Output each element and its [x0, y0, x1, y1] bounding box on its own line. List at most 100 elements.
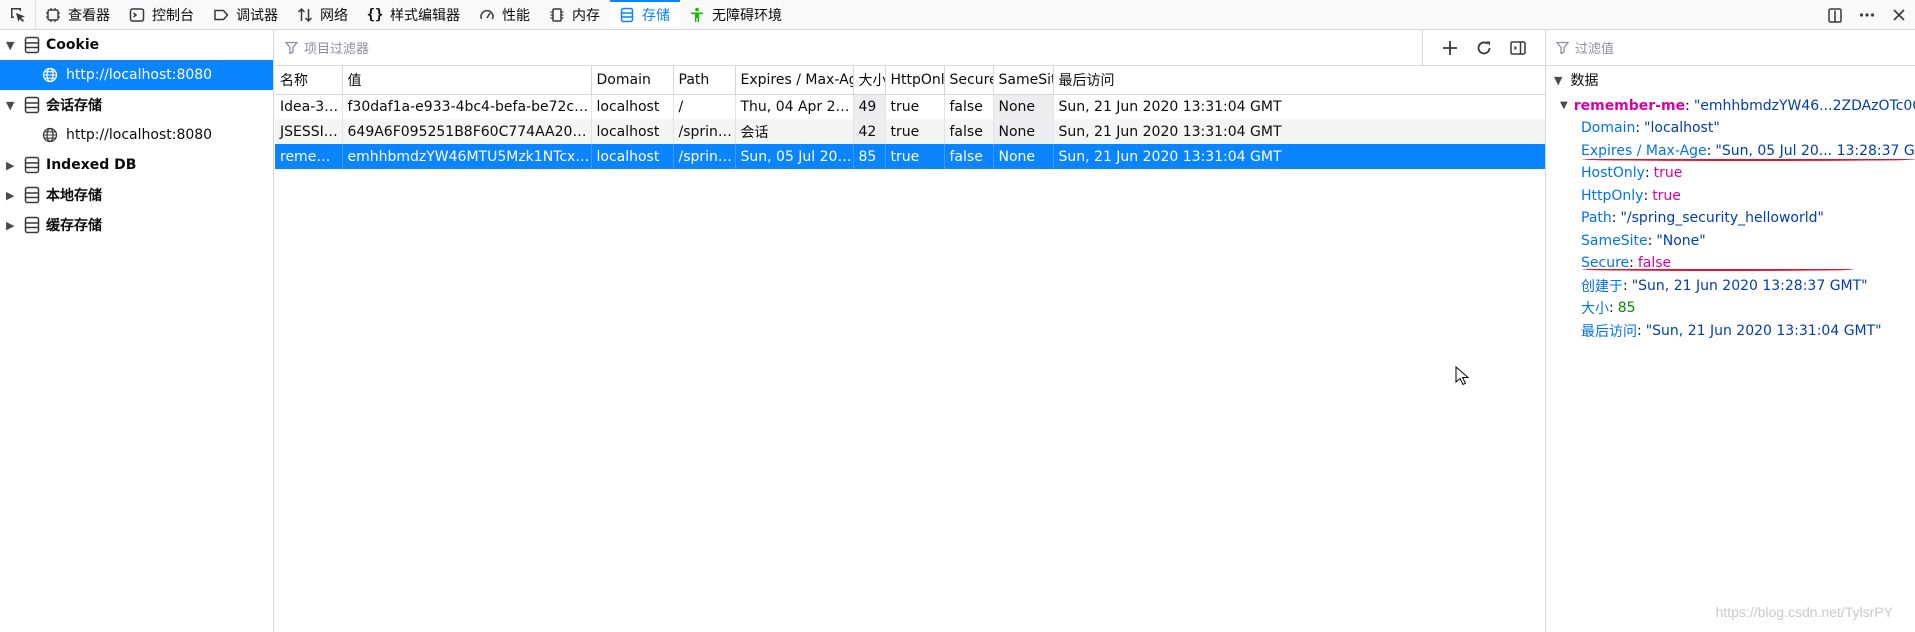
data-section-header[interactable]: ▼ 数据 — [1546, 66, 1915, 94]
prop-row[interactable]: HttpOnly: true — [1546, 185, 1915, 208]
tree-item-session-localhost[interactable]: http://localhost:8080 — [0, 120, 273, 150]
cell-last-accessed[interactable]: Sun, 21 Jun 2020 13:31:04 GMT — [1053, 94, 1546, 119]
column-header[interactable]: 大小 — [853, 66, 886, 95]
cell-path[interactable]: /spring... — [673, 144, 736, 169]
cell-expires[interactable]: Sun, 05 Jul 2020 1... — [735, 144, 854, 169]
tab-storage[interactable]: 存储 — [610, 0, 680, 29]
column-header[interactable]: 最后访问 — [1053, 66, 1546, 95]
cell-samesite[interactable]: None — [993, 119, 1054, 144]
column-header[interactable]: Expires / Max-Age — [735, 66, 854, 95]
cell-path[interactable]: / — [673, 94, 736, 119]
cell-name[interactable]: rememb... — [275, 144, 343, 169]
cell-value[interactable]: 649A6F095251B8F60C774AA209D384C1 — [342, 119, 592, 144]
expand-arrow-icon: ▼ — [6, 38, 15, 52]
tab-debugger[interactable]: 调试器 — [204, 0, 288, 29]
tab-performance[interactable]: 性能 — [470, 0, 540, 29]
tree-item-local-storage[interactable]: ▶ 本地存储 — [0, 180, 273, 210]
tab-memory[interactable]: 内存 — [540, 0, 610, 29]
items-filter-bar: 项目过滤器 — [275, 30, 1545, 66]
cell-value[interactable]: emhhbmdzYW46MTU5Mzk1NTcxNzlzNjo... — [342, 144, 592, 169]
tree-item-indexeddb[interactable]: ▶ Indexed DB — [0, 150, 273, 180]
prop-row[interactable]: Domain: "localhost" — [1546, 117, 1915, 140]
prop-row[interactable]: Path: "/spring_security_helloworld" — [1546, 207, 1915, 230]
debugger-icon — [212, 6, 230, 24]
prop-row[interactable]: SameSite: "None" — [1546, 230, 1915, 253]
network-icon — [296, 6, 314, 24]
cell-domain[interactable]: localhost — [591, 94, 674, 119]
column-header[interactable]: HttpOnly — [885, 66, 945, 95]
cookie-table-panel: 项目过滤器 名称 值 Domain Path Expires / Max-Age… — [275, 30, 1546, 632]
cell-name[interactable]: Idea-3df... — [275, 94, 343, 119]
prop-row[interactable]: 大小:85 — [1546, 297, 1915, 320]
annotation-underline — [1582, 158, 1915, 161]
cell-samesite[interactable]: None — [993, 94, 1054, 119]
tree-label: http://localhost:8080 — [66, 127, 213, 143]
tree-item-session-storage[interactable]: ▼ 会话存储 — [0, 90, 273, 120]
tree-item-cookie-localhost[interactable]: http://localhost:8080 — [0, 60, 273, 90]
values-filter-input[interactable]: 过滤值 — [1575, 38, 1614, 57]
prop-row[interactable]: HostOnly: true — [1546, 162, 1915, 185]
prop-row[interactable]: 创建于: "Sun, 21 Jun 2020 13:28:37 GMT" — [1546, 275, 1915, 298]
more-options-button[interactable] — [1851, 0, 1883, 30]
cell-httponly[interactable]: true — [885, 94, 945, 119]
prop-key: HostOnly — [1581, 165, 1645, 182]
cell-secure[interactable]: false — [944, 119, 994, 144]
tab-console[interactable]: 控制台 — [120, 0, 204, 29]
table-row[interactable]: JSESSIO... 649A6F095251B8F60C774AA209D38… — [275, 119, 1546, 144]
colon: : — [1623, 277, 1628, 294]
cell-domain[interactable]: localhost — [591, 119, 674, 144]
tab-label: 调试器 — [236, 7, 278, 24]
colon: : — [1637, 322, 1642, 339]
tab-accessibility[interactable]: 无障碍环境 — [680, 0, 792, 29]
mouse-cursor-icon — [1455, 365, 1470, 390]
tree-item-cache-storage[interactable]: ▶ 缓存存储 — [0, 210, 273, 240]
tree-label: Cookie — [46, 37, 100, 53]
storage-icon — [618, 6, 636, 24]
prop-row[interactable]: Secure: false — [1546, 252, 1915, 275]
cell-samesite[interactable]: None — [993, 144, 1054, 169]
cell-domain[interactable]: localhost — [591, 144, 674, 169]
cell-secure[interactable]: false — [944, 94, 994, 119]
cell-expires[interactable]: 会话 — [735, 119, 854, 144]
cell-value[interactable]: f30daf1a-e933-4bc4-befa-be72c7ac2087 — [342, 94, 592, 119]
column-header[interactable]: 名称 — [275, 66, 343, 95]
prop-key: Expires / Max-Age — [1581, 142, 1707, 159]
items-filter-input[interactable]: 项目过滤器 — [304, 38, 369, 57]
cell-httponly[interactable]: true — [885, 144, 945, 169]
cell-secure[interactable]: false — [944, 144, 994, 169]
cell-last-accessed[interactable]: Sun, 21 Jun 2020 13:31:04 GMT — [1053, 119, 1546, 144]
column-header[interactable]: 值 — [342, 66, 592, 95]
cell-expires[interactable]: Thu, 04 Apr 2030 ... — [735, 94, 854, 119]
collapse-arrow-icon: ▶ — [6, 158, 15, 172]
add-item-button[interactable] — [1433, 30, 1467, 66]
close-devtools-button[interactable] — [1883, 0, 1915, 30]
column-header[interactable]: SameSite — [993, 66, 1054, 95]
cell-size[interactable]: 49 — [853, 94, 886, 119]
prop-row[interactable]: 最后访问: "Sun, 21 Jun 2020 13:31:04 GMT" — [1546, 320, 1915, 343]
tab-inspector[interactable]: 查看器 — [36, 0, 120, 29]
cell-httponly[interactable]: true — [885, 119, 945, 144]
tab-network[interactable]: 网络 — [288, 0, 358, 29]
refresh-button[interactable] — [1467, 30, 1501, 66]
column-header[interactable]: Secure — [944, 66, 994, 95]
tab-label: 性能 — [502, 7, 530, 24]
cell-last-accessed[interactable]: Sun, 21 Jun 2020 13:31:04 GMT — [1053, 144, 1546, 169]
cell-size[interactable]: 85 — [853, 144, 886, 169]
table-row[interactable]: rememb... emhhbmdzYW46MTU5Mzk1NTcxNzlzNj… — [275, 144, 1546, 169]
toggle-sidebar-button[interactable] — [1501, 30, 1535, 66]
prop-value: 85 — [1617, 300, 1636, 317]
tab-label: 无障碍环境 — [712, 7, 782, 24]
cell-path[interactable]: /spring... — [673, 119, 736, 144]
column-header[interactable]: Path — [673, 66, 736, 95]
column-header[interactable]: Domain — [591, 66, 674, 95]
dock-button[interactable] — [1819, 0, 1851, 30]
element-picker-button[interactable] — [0, 0, 36, 29]
cookie-object-row[interactable]: ▼ remember-me: "emhhbmdzYW46...2ZDAzOTc0… — [1546, 94, 1915, 117]
tab-label: 网络 — [320, 7, 348, 24]
tree-item-cookie[interactable]: ▼ Cookie — [0, 30, 273, 60]
tab-style-editor[interactable]: {} 样式编辑器 — [358, 0, 470, 29]
cell-name[interactable]: JSESSIO... — [275, 119, 343, 144]
cell-size[interactable]: 42 — [853, 119, 886, 144]
table-row[interactable]: Idea-3df... f30daf1a-e933-4bc4-befa-be72… — [275, 94, 1546, 119]
prop-key: remember-me — [1573, 97, 1686, 114]
